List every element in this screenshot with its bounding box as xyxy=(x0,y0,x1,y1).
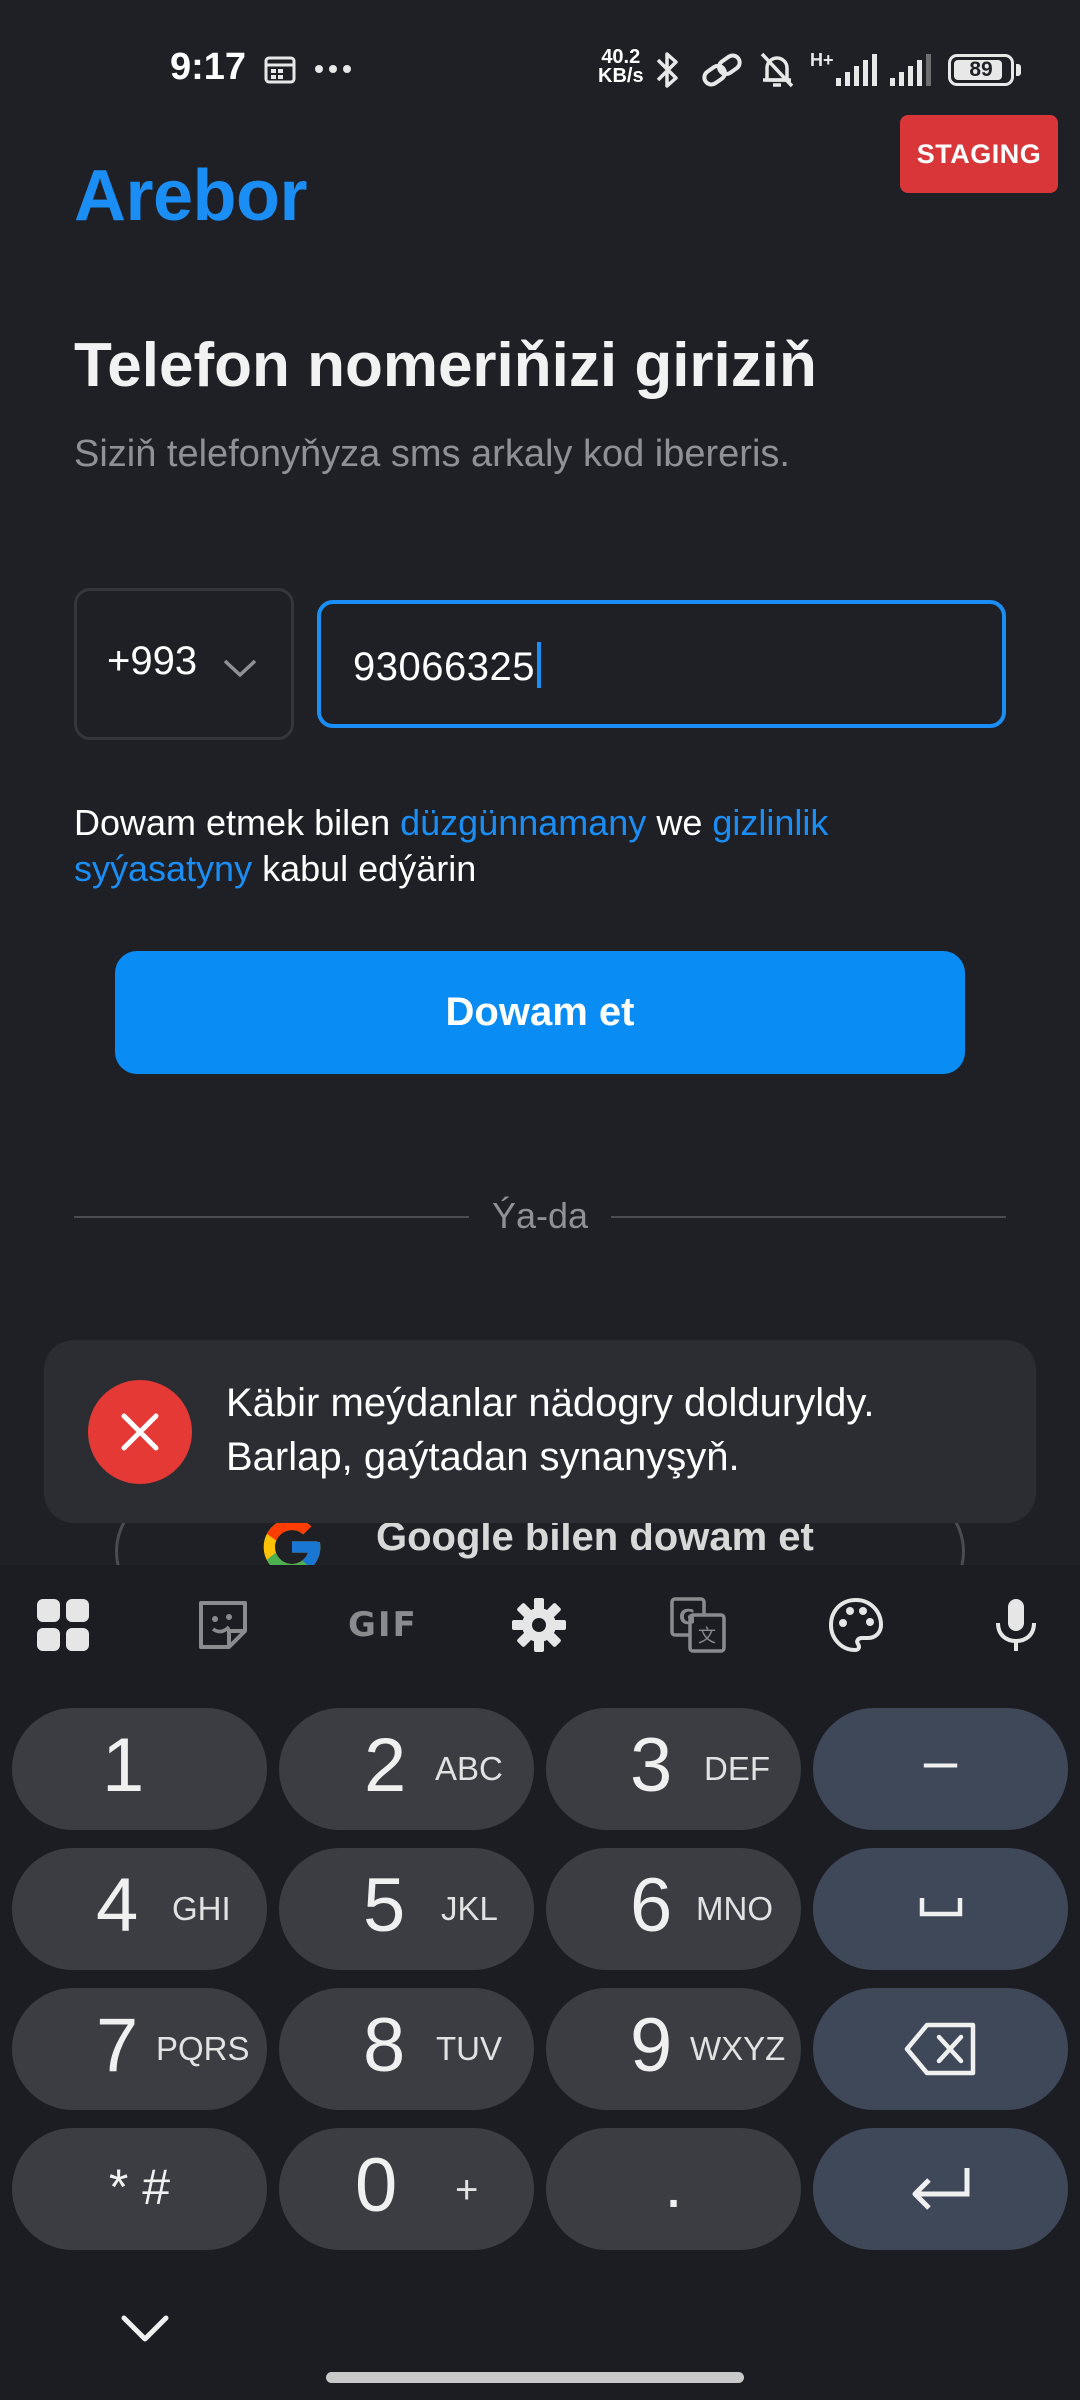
battery-cap xyxy=(1016,64,1021,76)
key-space[interactable] xyxy=(813,1848,1068,1970)
key-2[interactable]: 2 ABC xyxy=(279,1708,534,1830)
terms-notice: Dowam etmek bilen düzgünnamany we gizlin… xyxy=(74,800,994,892)
key-letters: GHI xyxy=(172,1890,231,1927)
key-digit: 6 xyxy=(630,1863,673,1948)
key-digit: 9 xyxy=(630,2003,673,2088)
divider-line-right xyxy=(611,1216,1006,1218)
key-digit: 0 xyxy=(355,2143,398,2228)
continue-button[interactable]: Dowam et xyxy=(115,951,965,1074)
key-letters: DEF xyxy=(704,1750,770,1787)
net-speed: 40.2 KB/s xyxy=(598,47,644,87)
error-icon xyxy=(88,1380,192,1484)
country-code-selector[interactable]: +993 xyxy=(74,588,294,740)
key-star-hash[interactable]: * # xyxy=(12,2128,267,2250)
chevron-down-icon xyxy=(223,659,257,678)
numeric-keyboard: GIF G 文 1 2 ABC 3 DEF – 4 GHI 5 JKL 6 MN… xyxy=(0,1565,1080,2400)
key-digit: 7 xyxy=(96,2003,139,2088)
net-speed-unit: KB/s xyxy=(598,65,644,87)
terms-link[interactable]: düzgünnamany xyxy=(400,802,646,843)
gif-icon[interactable]: GIF xyxy=(348,1605,418,1645)
key-7[interactable]: 7 PQRS xyxy=(12,1988,267,2110)
signal-icon xyxy=(836,54,877,86)
key-letters: JKL xyxy=(441,1890,498,1927)
error-message: Käbir meýdanlar nädogry dolduryldy. Barl… xyxy=(226,1381,875,1479)
more-icon xyxy=(315,65,351,73)
sticker-icon[interactable] xyxy=(193,1595,253,1655)
key-1[interactable]: 1 xyxy=(12,1708,267,1830)
space-bar-icon xyxy=(919,1898,963,1917)
key-letters: WXYZ xyxy=(690,2030,786,2067)
page-subtitle: Siziň telefonyňyza sms arkaly kod iberer… xyxy=(74,433,790,475)
terms-suffix: kabul edýärin xyxy=(252,848,477,889)
key-symbol: – xyxy=(923,1727,958,1794)
terms-middle: we xyxy=(646,802,713,843)
calendar-icon xyxy=(264,56,296,84)
keyboard-collapse-icon[interactable] xyxy=(118,2312,172,2346)
key-letters: ABC xyxy=(435,1750,503,1787)
key-4[interactable]: 4 GHI xyxy=(12,1848,267,1970)
key-0[interactable]: 0 + xyxy=(279,2128,534,2250)
key-digit: 4 xyxy=(96,1863,139,1948)
status-time: 9:17 xyxy=(170,46,247,88)
key-letters: TUV xyxy=(436,2030,502,2067)
mute-bell-icon xyxy=(760,52,794,88)
phone-number-value: 93066325 xyxy=(353,645,535,689)
svg-text:G: G xyxy=(679,1605,695,1629)
key-digit: 8 xyxy=(363,2003,406,2088)
svg-text:文: 文 xyxy=(698,1626,716,1647)
apps-grid-icon[interactable] xyxy=(33,1595,93,1655)
key-5[interactable]: 5 JKL xyxy=(279,1848,534,1970)
palette-icon[interactable] xyxy=(826,1595,886,1655)
brand-logo: Arebor xyxy=(74,156,308,236)
page-title: Telefon nomeriňizi giriziň xyxy=(74,331,817,400)
key-8[interactable]: 8 TUV xyxy=(279,1988,534,2110)
key-letters: PQRS xyxy=(156,2030,250,2067)
terms-prefix: Dowam etmek bilen xyxy=(74,802,401,843)
error-toast: Käbir meýdanlar nädogry dolduryldy. Barl… xyxy=(44,1340,1036,1523)
backspace-icon xyxy=(904,2022,976,2076)
bluetooth-icon xyxy=(656,52,678,88)
key-symbol: . xyxy=(664,2147,683,2221)
key-digit: 2 xyxy=(364,1723,407,1808)
key-symbol: * # xyxy=(108,2159,171,2215)
key-digit: 3 xyxy=(630,1723,673,1808)
translate-icon[interactable]: G 文 xyxy=(668,1595,728,1655)
battery-level: 89 xyxy=(969,58,993,81)
text-cursor xyxy=(536,642,541,688)
key-dot[interactable]: . xyxy=(546,2128,801,2250)
divider-text: Ýa-da xyxy=(491,1195,589,1236)
enter-icon xyxy=(912,2168,970,2210)
network-type-label: H+ xyxy=(810,50,834,70)
signal-icon xyxy=(890,54,931,86)
mic-icon[interactable] xyxy=(986,1595,1046,1655)
key-digit: 5 xyxy=(363,1863,406,1948)
key-digit: 1 xyxy=(102,1723,145,1808)
country-code-value: +993 xyxy=(107,639,198,683)
battery-icon: 89 xyxy=(948,54,1014,86)
key-3[interactable]: 3 DEF xyxy=(546,1708,801,1830)
key-letters: MNO xyxy=(696,1890,773,1927)
key-enter[interactable] xyxy=(813,2128,1068,2250)
staging-badge: STAGING xyxy=(900,115,1058,193)
key-letters: + xyxy=(455,2168,479,2212)
navigation-handle[interactable] xyxy=(326,2372,744,2383)
phone-number-input[interactable]: 93066325 xyxy=(317,600,1006,728)
link-icon xyxy=(702,53,742,87)
key-dash[interactable]: – xyxy=(813,1708,1068,1830)
key-9[interactable]: 9 WXYZ xyxy=(546,1988,801,2110)
key-6[interactable]: 6 MNO xyxy=(546,1848,801,1970)
key-backspace[interactable] xyxy=(813,1988,1068,2110)
settings-gear-icon[interactable] xyxy=(509,1595,569,1655)
